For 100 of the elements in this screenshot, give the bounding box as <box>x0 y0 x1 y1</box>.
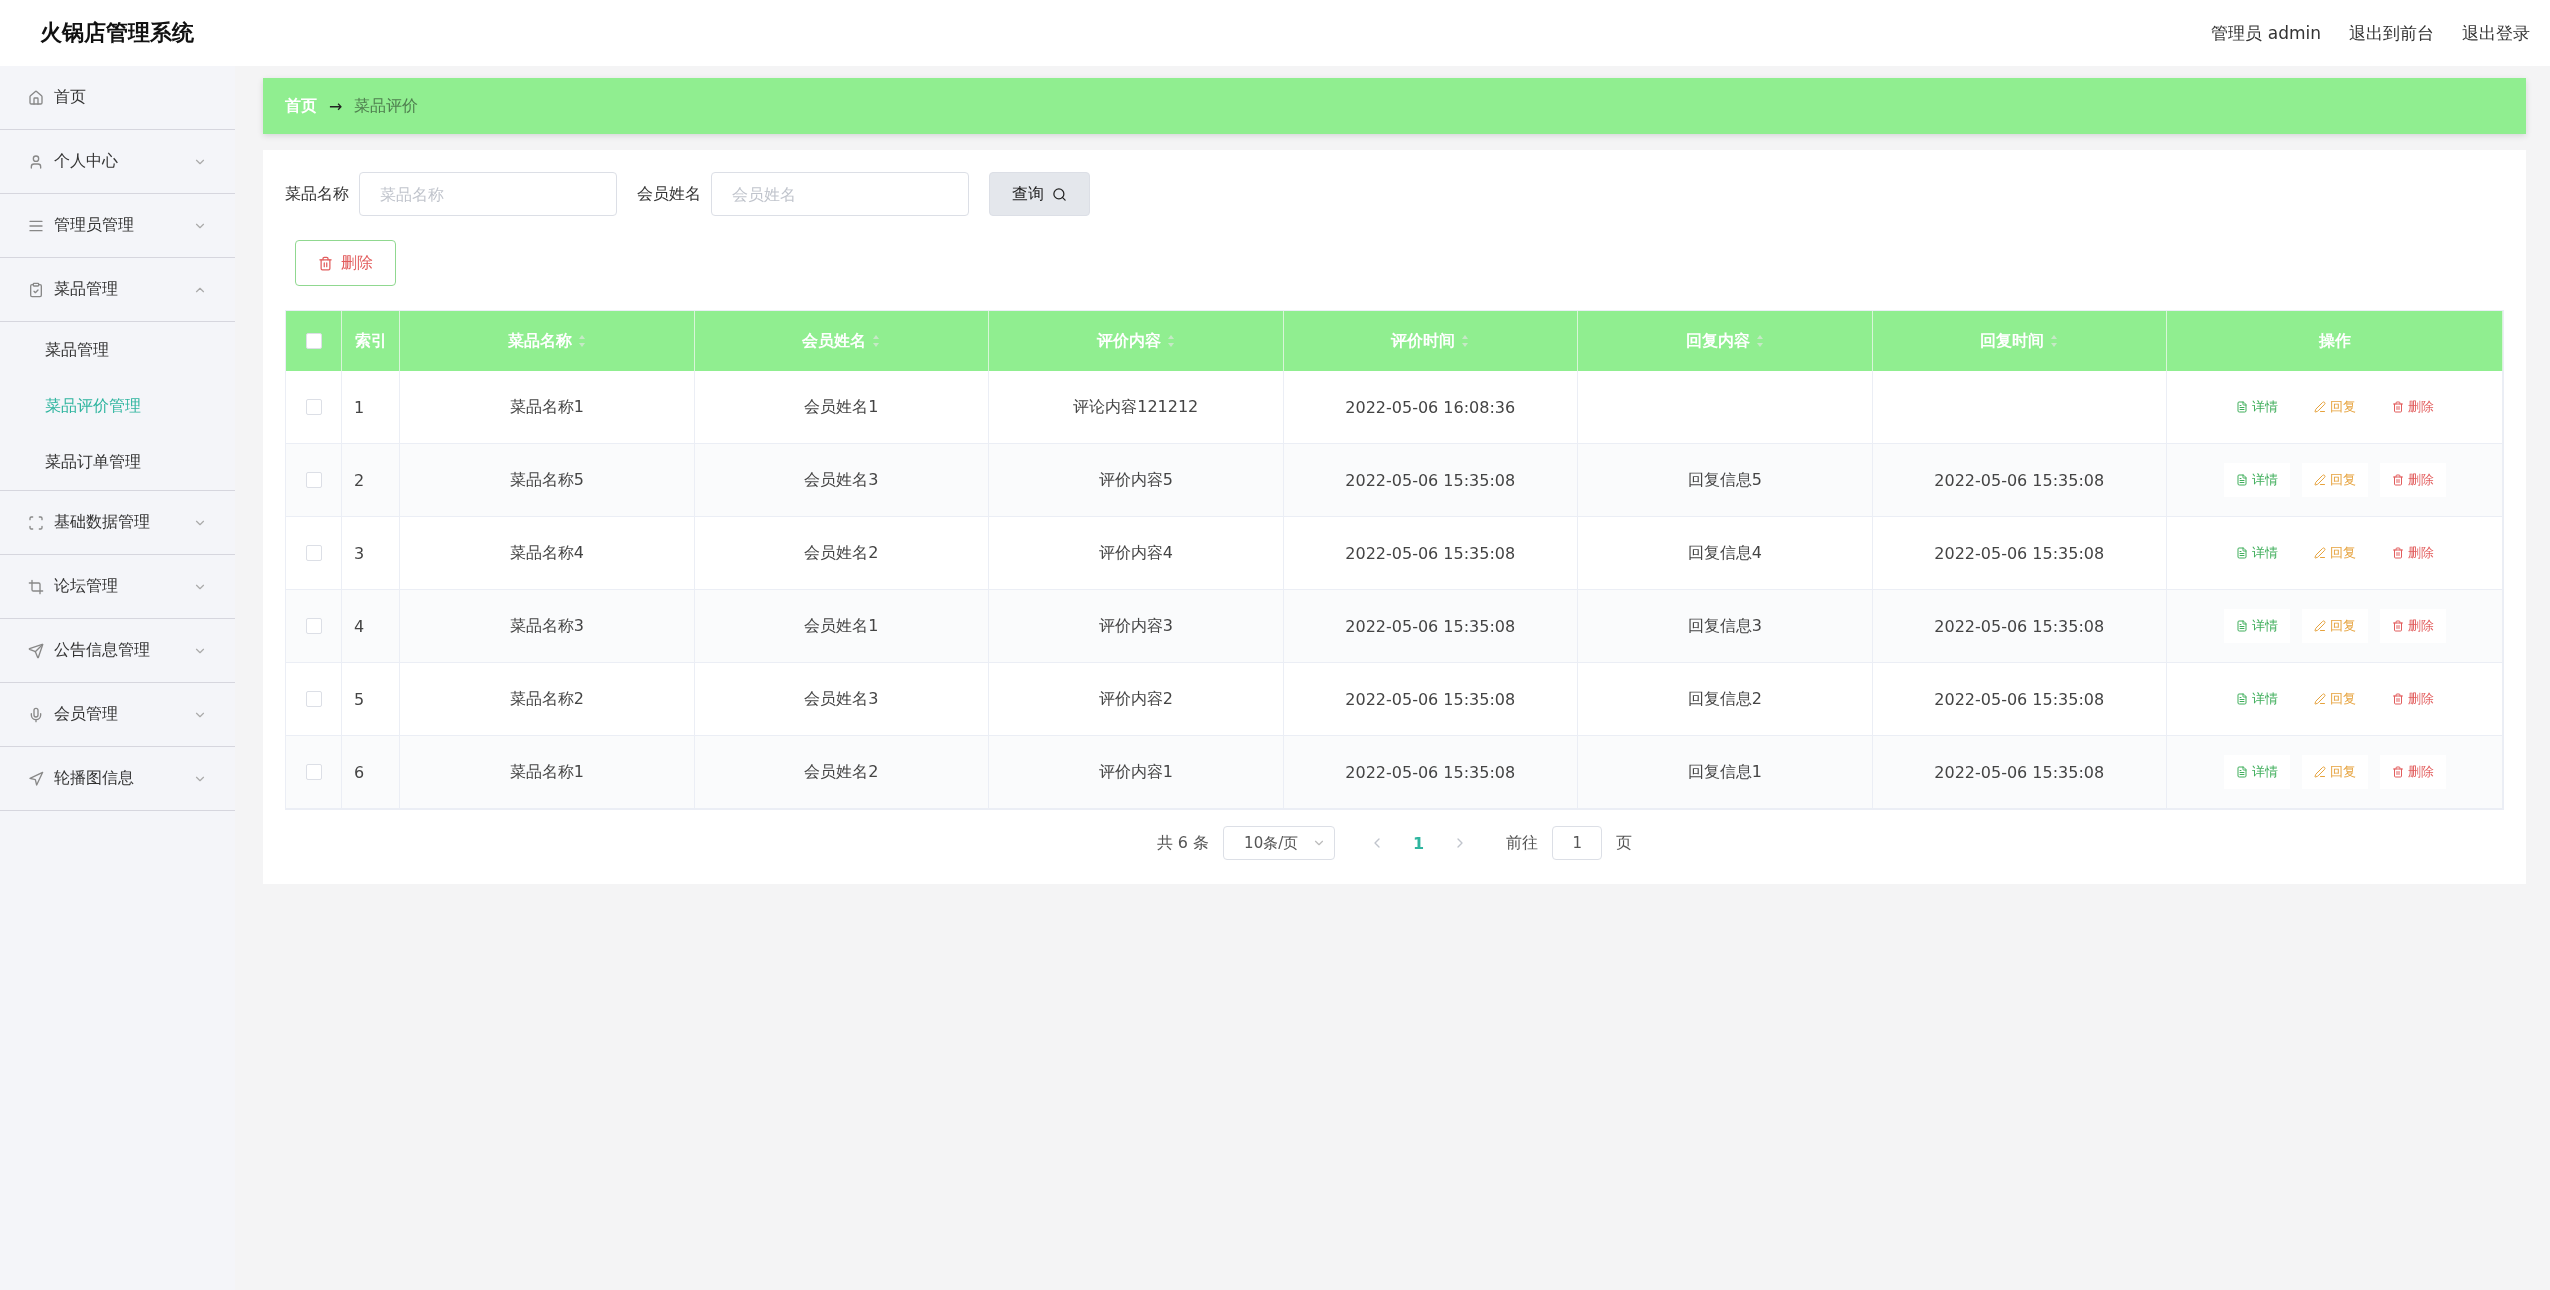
table-cell: 菜品名称1 <box>400 736 695 809</box>
action-button[interactable]: 删除 <box>2379 463 2446 497</box>
header-link[interactable]: 退出登录 <box>2462 21 2530 45</box>
action-button[interactable]: 删除 <box>2379 609 2446 643</box>
row-checkbox[interactable] <box>305 618 322 634</box>
action-button[interactable]: 回复 <box>2301 463 2368 497</box>
row-checkbox[interactable] <box>305 545 322 561</box>
home-icon <box>28 89 44 106</box>
table-cell: 2022-05-06 15:35:08 <box>1283 444 1578 517</box>
sort-icon[interactable] <box>577 334 586 348</box>
trash-icon <box>2391 766 2404 778</box>
action-button[interactable]: 详情 <box>2223 755 2290 789</box>
table-cell: 2022-05-06 15:35:08 <box>1283 517 1578 590</box>
table-cell: 会员姓名1 <box>694 371 989 444</box>
table-cell: 2022-05-06 15:35:08 <box>1872 444 2167 517</box>
sidebar-item[interactable]: 菜品管理 <box>0 258 235 322</box>
header-link[interactable]: 管理员 admin <box>2211 21 2321 45</box>
column-header: 索引 <box>342 311 400 371</box>
table-cell: 4 <box>342 590 400 663</box>
table-cell: 菜品名称1 <box>400 371 695 444</box>
action-button[interactable]: 删除 <box>2379 755 2446 789</box>
table-cell: 评价内容2 <box>989 663 1284 736</box>
table-cell: 6 <box>342 736 400 809</box>
app-title: 火锅店管理系统 <box>40 19 194 47</box>
header-link[interactable]: 退出到前台 <box>2349 21 2434 45</box>
goto-label: 前往 <box>1506 832 1539 854</box>
table-cell: 2022-05-06 15:35:08 <box>1283 663 1578 736</box>
table-cell: 2022-05-06 16:08:36 <box>1283 371 1578 444</box>
scan-icon <box>28 514 44 531</box>
sidebar-subitem[interactable]: 菜品订单管理 <box>0 434 235 490</box>
row-checkbox[interactable] <box>305 764 322 780</box>
pen-icon <box>2313 401 2326 413</box>
search-field[interactable]: 菜品名称 <box>359 172 617 216</box>
action-button[interactable]: 回复 <box>2301 755 2368 789</box>
breadcrumb-current: 菜品评价 <box>354 95 419 117</box>
sidebar-subitem[interactable]: 菜品评价管理 <box>0 378 235 434</box>
crop-icon <box>28 578 44 595</box>
sidebar-item[interactable]: 基础数据管理 <box>0 491 235 555</box>
sidebar-item[interactable]: 管理员管理 <box>0 194 235 258</box>
table-cell: 2022-05-06 15:35:08 <box>1283 736 1578 809</box>
pen-icon <box>2313 693 2326 705</box>
table-cell: 菜品名称4 <box>400 517 695 590</box>
search-icon <box>1052 186 1067 202</box>
delete-button[interactable]: 删除 <box>295 240 396 286</box>
row-checkbox[interactable] <box>305 691 322 707</box>
table-cell: 1 <box>342 371 400 444</box>
sort-icon[interactable] <box>1461 334 1470 348</box>
trash-icon <box>2391 547 2404 559</box>
sort-icon[interactable] <box>2050 334 2059 348</box>
sidebar-item[interactable]: 个人中心 <box>0 130 235 194</box>
sidebar-item[interactable]: 公告信息管理 <box>0 619 235 683</box>
field-label: 菜品名称 <box>285 183 349 205</box>
microphone-icon <box>28 706 44 723</box>
table-cell: 评价内容5 <box>989 444 1284 517</box>
sidebar-subitem[interactable]: 菜品管理 <box>0 322 235 378</box>
table-cell: 2022-05-06 15:35:08 <box>1872 517 2167 590</box>
search-field[interactable]: 会员姓名 <box>711 172 969 216</box>
sidebar-item[interactable]: 轮播图信息 <box>0 747 235 811</box>
pen-icon <box>2313 547 2326 559</box>
field-label: 会员姓名 <box>637 183 701 205</box>
clipboard-icon <box>28 281 44 298</box>
table-cell: 回复信息1 <box>1578 736 1873 809</box>
paper-plane-icon <box>28 642 44 659</box>
table-cell: 菜品名称2 <box>400 663 695 736</box>
table-cell: 评价内容3 <box>989 590 1284 663</box>
total-count: 共 6 条 <box>1156 832 1210 854</box>
sidebar-item[interactable]: 首页 <box>0 66 235 130</box>
row-checkbox[interactable] <box>305 399 322 415</box>
table-cell: 回复信息2 <box>1578 663 1873 736</box>
column-header: 操作 <box>2167 311 2503 371</box>
pen-icon <box>2313 766 2326 778</box>
table-cell: 回复信息3 <box>1578 590 1873 663</box>
page-size-select[interactable]: 10条/页 <box>1223 826 1336 860</box>
goto-page-field[interactable]: 1 <box>1552 826 1603 860</box>
table-cell: 2022-05-06 15:35:08 <box>1872 663 2167 736</box>
table-cell: 2022-05-06 15:35:08 <box>1872 736 2167 809</box>
document-icon <box>2235 620 2248 632</box>
sort-icon[interactable] <box>1755 334 1764 348</box>
action-button[interactable]: 回复 <box>2301 609 2368 643</box>
sort-icon[interactable] <box>872 334 881 348</box>
action-button[interactable]: 详情 <box>2223 463 2290 497</box>
row-checkbox[interactable] <box>305 472 322 488</box>
table-cell: 菜品名称3 <box>400 590 695 663</box>
trash-icon <box>2391 474 2404 486</box>
sidebar-item[interactable]: 论坛管理 <box>0 555 235 619</box>
document-icon <box>2235 401 2248 413</box>
trash-icon <box>2391 620 2404 632</box>
table-cell: 2 <box>342 444 400 517</box>
table-cell: 2022-05-06 15:35:08 <box>1283 590 1578 663</box>
action-button[interactable]: 详情 <box>2223 609 2290 643</box>
navigation-arrow-icon <box>28 770 44 787</box>
sort-icon[interactable] <box>1166 334 1175 348</box>
document-icon <box>2235 547 2248 559</box>
select-all-checkbox[interactable] <box>305 333 322 349</box>
pen-icon <box>2313 474 2326 486</box>
sidebar-item[interactable]: 会员管理 <box>0 683 235 747</box>
document-icon <box>2235 693 2248 705</box>
search-button[interactable]: 查询 <box>989 172 1090 216</box>
table-cell: 5 <box>342 663 400 736</box>
trash-icon <box>2391 401 2404 413</box>
